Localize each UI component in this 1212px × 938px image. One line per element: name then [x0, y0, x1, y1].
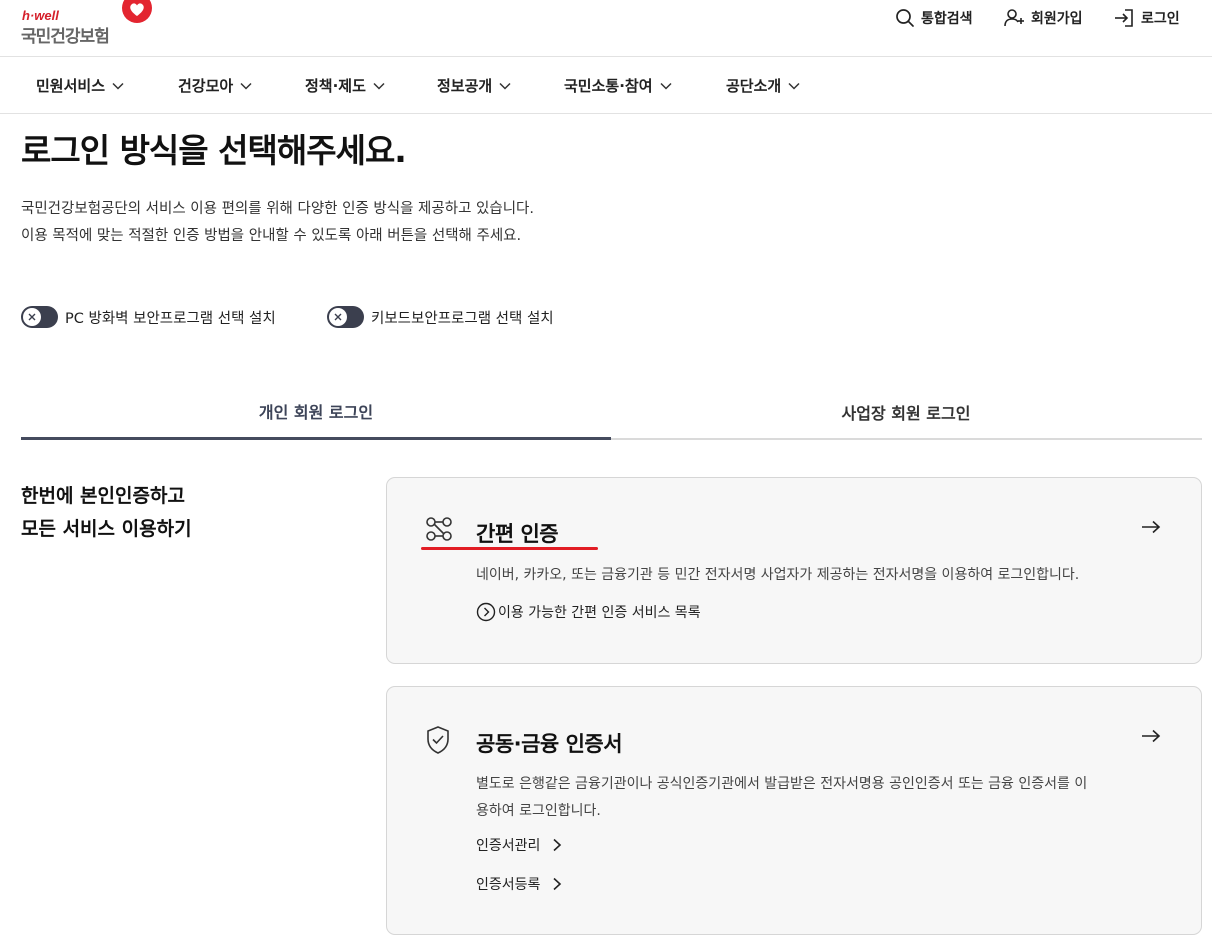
certificate-manage-link[interactable]: 인증서관리	[476, 835, 562, 855]
login-label: 로그인	[1141, 11, 1180, 27]
tab-label: 사업장 회원 로그인	[841, 404, 971, 423]
gnb-item-label: 정보공개	[437, 77, 493, 95]
tab-business-login[interactable]: 사업장 회원 로그인	[611, 384, 1201, 440]
gnb-item-civil-service[interactable]: 민원서비스	[36, 75, 124, 96]
shield-check-icon	[427, 726, 449, 754]
gnb-item-health-moa[interactable]: 건강모아	[178, 75, 252, 96]
chevron-down-icon	[659, 82, 672, 90]
intro-line-2: 이용 목적에 맞는 적절한 인증 방법을 안내할 수 있도록 아래 버튼을 선택…	[21, 228, 522, 244]
chevron-down-icon	[373, 82, 385, 90]
heart-logo-icon	[122, 0, 152, 23]
gnb-item-label: 민원서비스	[36, 77, 106, 95]
tab-personal-login[interactable]: 개인 회원 로그인	[21, 384, 611, 440]
circle-chevron-right-icon	[476, 602, 496, 622]
close-icon	[28, 313, 36, 321]
certificate-description-line-2: 용하여 로그인합니다.	[476, 803, 601, 819]
toggle-switch[interactable]	[21, 306, 58, 328]
tab-label: 개인 회원 로그인	[258, 402, 374, 422]
chevron-right-icon	[553, 877, 562, 891]
certificate-register-link[interactable]: 인증서등록	[476, 874, 562, 894]
chevron-down-icon	[499, 82, 511, 90]
gnb-item-info-disclosure[interactable]: 정보공개	[437, 75, 511, 96]
certificate-register-label: 인증서등록	[476, 877, 541, 893]
gnb-item-label: 국민소통·참여	[564, 77, 653, 95]
main-navigation: 민원서비스 건강모아 정책·제도 정보공개 국민소통·참여 공단소개	[0, 57, 1212, 114]
simple-auth-title: 간편 인증	[476, 522, 559, 546]
simple-auth-description: 네이버, 카카오, 또는 금융기관 등 민간 전자서명 사업자가 제공하는 전자…	[476, 567, 1080, 583]
arrow-right-icon	[1142, 520, 1161, 534]
signup-button[interactable]: 회원가입	[1003, 6, 1083, 30]
certificate-description: 별도로 은행같은 금융기관이나 공식인증기관에서 발급받은 전자서명용 공인인증…	[476, 771, 1087, 825]
certificate-title: 공동·금융 인증서	[476, 732, 623, 756]
intro-line-1: 국민건강보험공단의 서비스 이용 편의를 위해 다양한 인증 방식을 제공하고 …	[21, 201, 534, 217]
add-user-icon	[1004, 9, 1024, 27]
gnb-item-label: 정책·제도	[305, 77, 366, 95]
simple-auth-card[interactable]: 간편 인증 네이버, 카카오, 또는 금융기관 등 민간 전자서명 사업자가 제…	[386, 477, 1202, 664]
side-caption-line-1: 한번에 본인인증하고	[21, 485, 185, 507]
simple-auth-link-label: 이용 가능한 간편 인증 서비스 목록	[498, 605, 701, 621]
arrow-right-icon	[1142, 729, 1161, 743]
chevron-down-icon	[788, 82, 800, 90]
firewall-toggle[interactable]: PC 방화벽 보안프로그램 선택 설치	[21, 306, 276, 328]
logo-hwell-text: h·well	[22, 8, 59, 23]
chevron-down-icon	[240, 82, 252, 90]
login-button[interactable]: 로그인	[1113, 6, 1180, 30]
logo-main-text: 국민건강보험	[21, 27, 110, 47]
login-type-tabs: 개인 회원 로그인 사업장 회원 로그인	[21, 384, 1202, 440]
nhis-logo[interactable]: h·well 국민건강보험	[21, 0, 161, 47]
side-caption-line-2: 모든 서비스 이용하기	[21, 518, 192, 540]
keyboard-security-toggle[interactable]: 키보드보안프로그램 선택 설치	[327, 306, 554, 328]
search-icon	[896, 9, 914, 27]
top-header: h·well 국민건강보험 통합검색 회원가입 로그인	[0, 0, 1212, 57]
page-title: 로그인 방식을 선택해주세요.	[21, 131, 407, 170]
toggle-knob	[329, 308, 347, 326]
side-caption: 한번에 본인인증하고 모든 서비스 이용하기	[21, 480, 192, 546]
simple-auth-icon	[426, 517, 452, 541]
close-icon	[334, 313, 342, 321]
intro-text: 국민건강보험공단의 서비스 이용 편의를 위해 다양한 인증 방식을 제공하고 …	[21, 196, 534, 250]
keyboard-toggle-label: 키보드보안프로그램 선택 설치	[371, 310, 554, 327]
gnb-item-about[interactable]: 공단소개	[726, 75, 800, 96]
search-button[interactable]: 통합검색	[895, 6, 973, 30]
gnb-item-label: 공단소개	[726, 77, 782, 95]
signup-label: 회원가입	[1031, 11, 1083, 27]
chevron-right-icon	[553, 838, 562, 852]
gnb-item-communication[interactable]: 국민소통·참여	[564, 75, 672, 96]
search-label: 통합검색	[921, 11, 973, 27]
chevron-down-icon	[112, 82, 124, 90]
certificate-manage-label: 인증서관리	[476, 838, 541, 854]
gnb-item-label: 건강모아	[178, 77, 234, 95]
toggle-switch[interactable]	[327, 306, 364, 328]
highlight-underline	[421, 547, 598, 550]
toggle-knob	[23, 308, 41, 326]
gnb-item-policy[interactable]: 정책·제도	[305, 75, 385, 96]
certificate-auth-card[interactable]: 공동·금융 인증서 별도로 은행같은 금융기관이나 공식인증기관에서 발급받은 …	[386, 686, 1202, 935]
simple-auth-service-list-link[interactable]: 이용 가능한 간편 인증 서비스 목록	[476, 602, 701, 622]
firewall-toggle-label: PC 방화벽 보안프로그램 선택 설치	[65, 310, 276, 327]
login-icon	[1115, 9, 1133, 27]
certificate-description-line-1: 별도로 은행같은 금융기관이나 공식인증기관에서 발급받은 전자서명용 공인인증…	[476, 776, 1088, 792]
